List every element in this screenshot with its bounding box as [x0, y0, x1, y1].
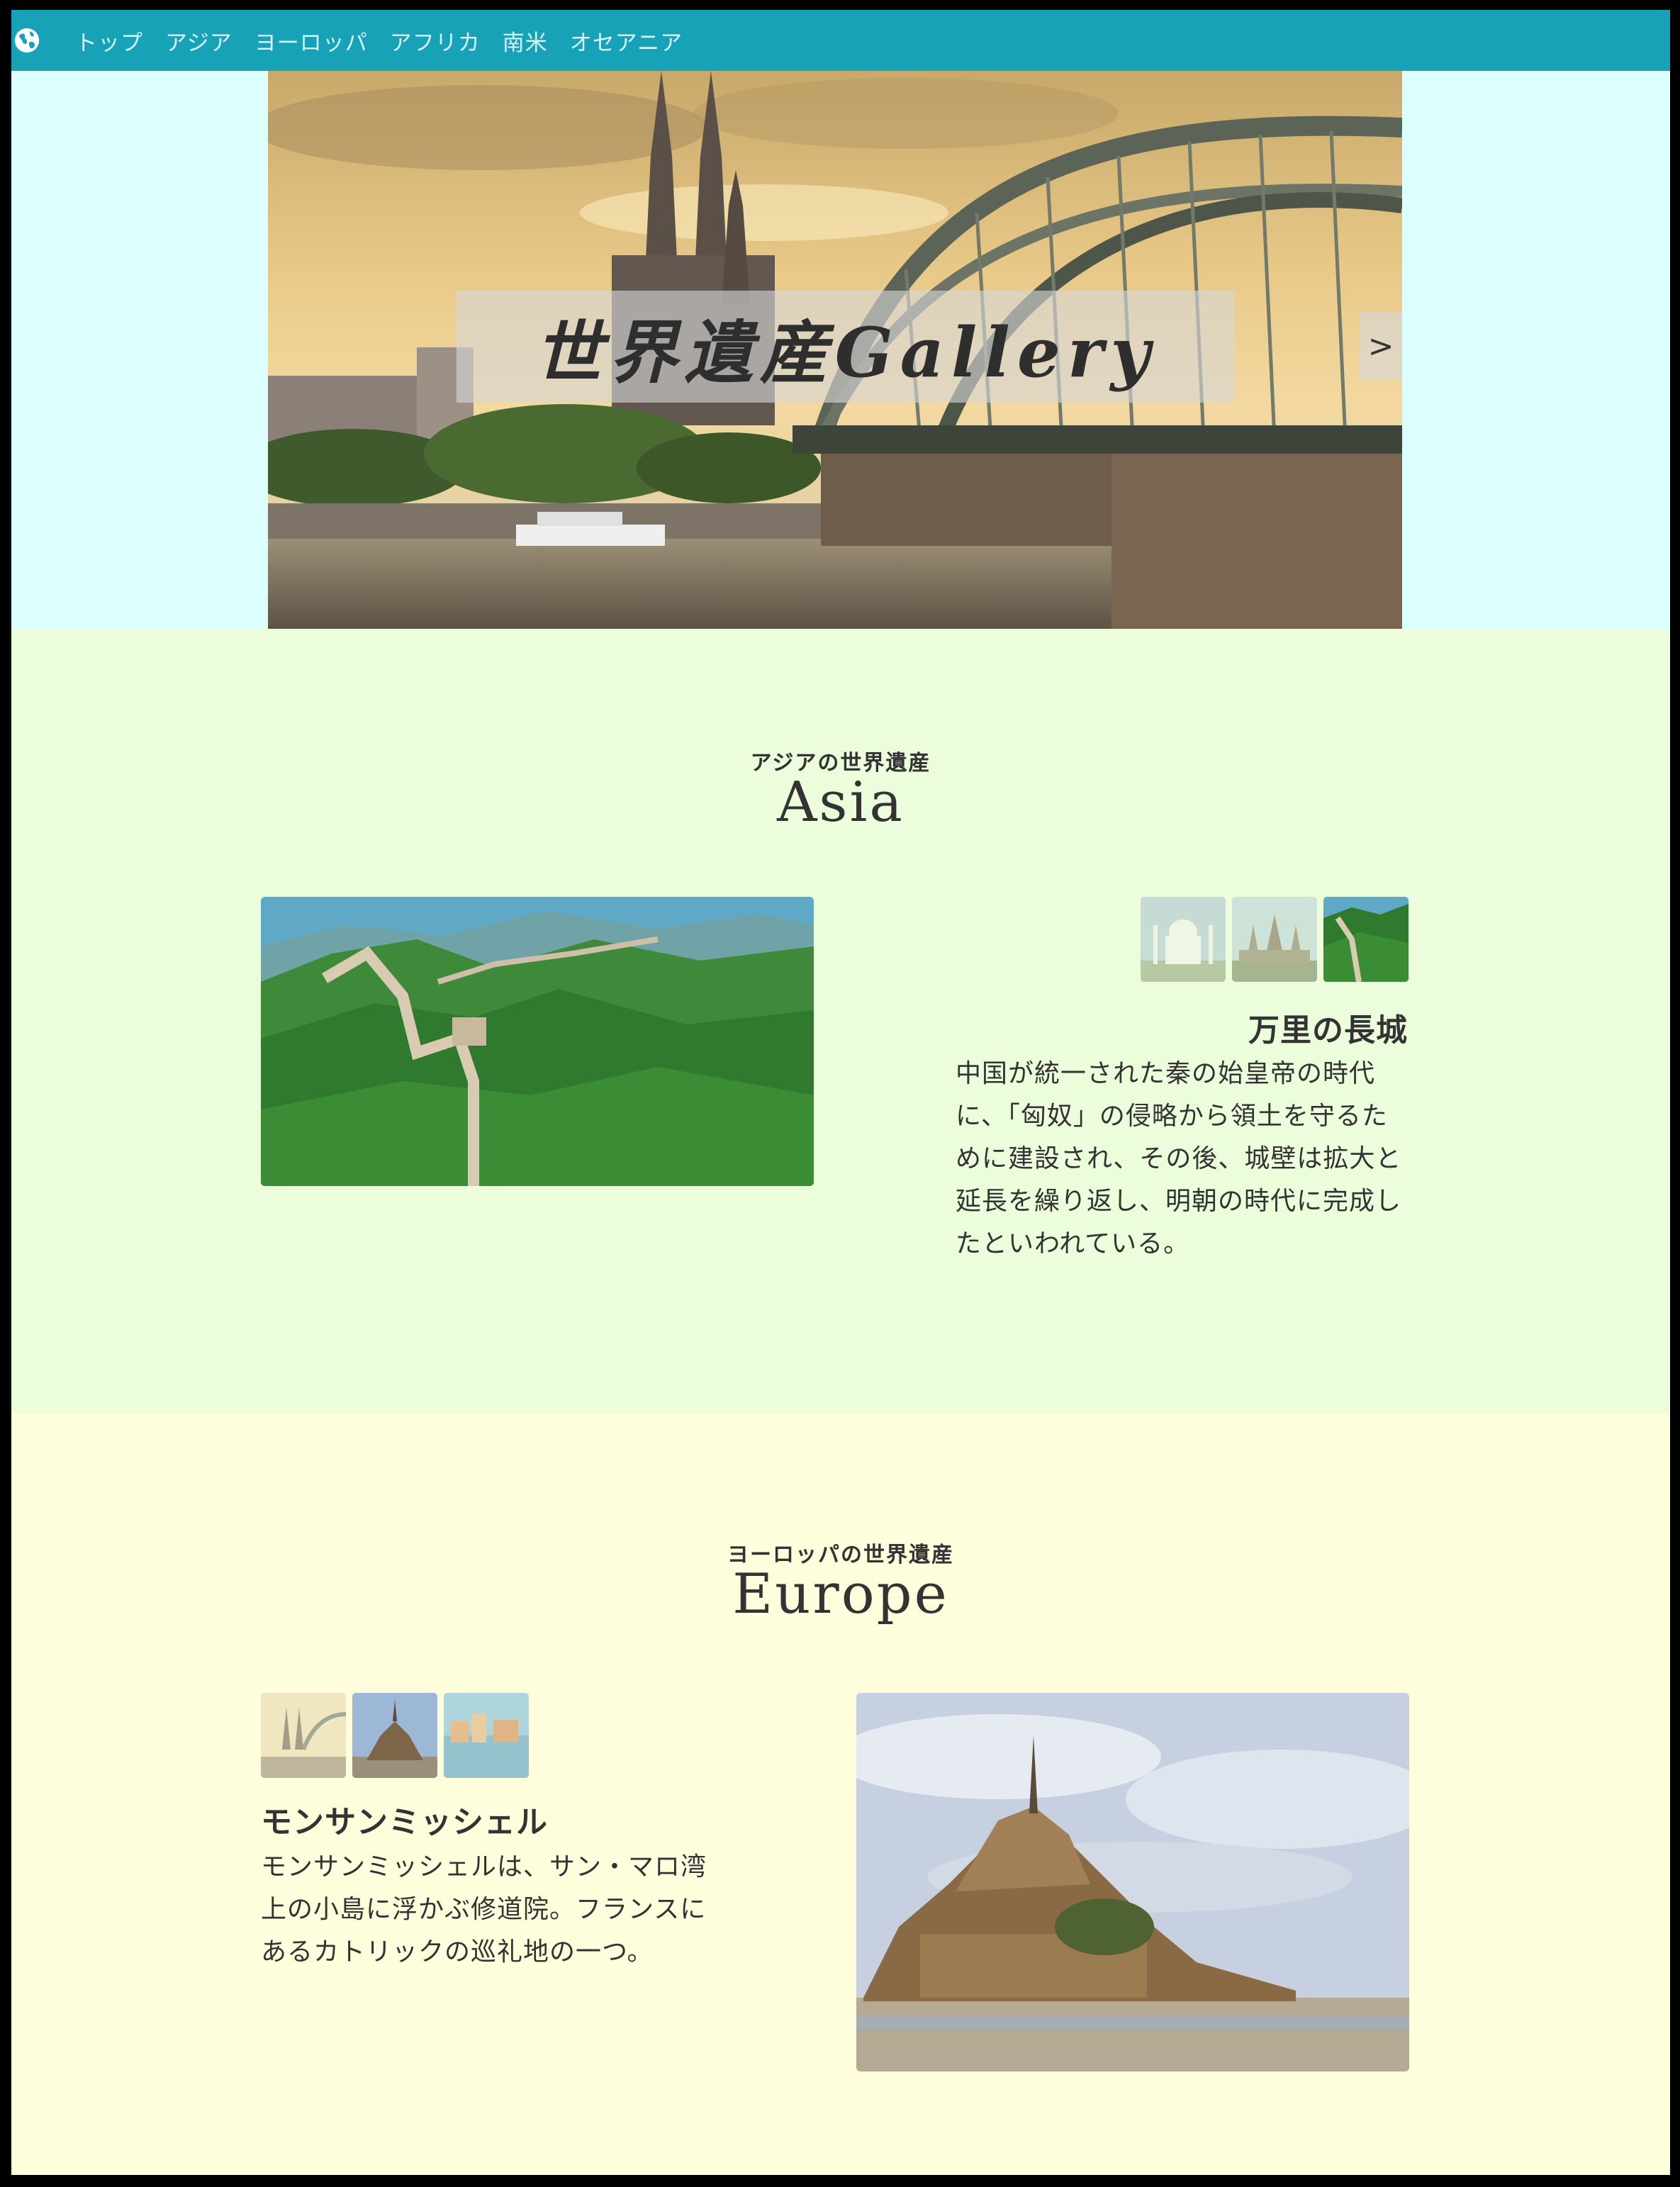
- asia-place-title: 万里の長城: [1248, 1012, 1408, 1048]
- europe-section: ヨーロッパの世界遺産 Europe モンサンミッシェル モンサンミッシェルは、サ…: [11, 1414, 1670, 2175]
- nav-item-oceania[interactable]: オセアニア: [570, 25, 683, 57]
- nav-item-africa[interactable]: アフリカ: [390, 25, 481, 57]
- navbar: トップ アジア ヨーロッパ アフリカ 南米 オセアニア: [11, 10, 1670, 71]
- mont-saint-michel-photo: [856, 1693, 1409, 2071]
- asia-section: アジアの世界遺産 Asia 万里の長城 中国が統一された秦の始皇帝の時代に、「匈…: [11, 629, 1670, 1414]
- hero-title: 世界遺産Gallery: [534, 312, 1158, 393]
- hero-carousel: 世界遺産Gallery >: [268, 71, 1402, 629]
- globe-icon[interactable]: [13, 26, 41, 55]
- carousel-next-button[interactable]: >: [1360, 312, 1402, 380]
- thumb-angkor-wat[interactable]: [1232, 897, 1317, 982]
- europe-heading: Europe: [732, 1562, 949, 1626]
- thumb-cologne-cathedral[interactable]: [261, 1693, 346, 1778]
- thumb-mont-saint-michel[interactable]: [352, 1693, 437, 1778]
- europe-place-description: モンサンミッシェルは、サン・マロ湾上の小島に浮かぶ修道院。フランスにあるカトリッ…: [261, 1852, 707, 1967]
- hero-title-box: 世界遺産Gallery: [457, 291, 1235, 403]
- nav-item-asia[interactable]: アジア: [165, 25, 233, 57]
- nav-item-europe[interactable]: ヨーロッパ: [254, 25, 368, 57]
- page: トップ アジア ヨーロッパ アフリカ 南米 オセアニア 世界遺産Gallery …: [11, 10, 1670, 2175]
- thumb-great-wall[interactable]: [1323, 897, 1409, 982]
- asia-place-description: 中国が統一された秦の始皇帝の時代に、「匈奴」の侵略から領土を守るために建設され、…: [956, 1059, 1402, 1258]
- asia-heading: Asia: [777, 771, 905, 834]
- thumb-venice[interactable]: [444, 1693, 529, 1778]
- europe-place-title: モンサンミッシェル: [261, 1804, 548, 1840]
- nav-item-top[interactable]: トップ: [75, 25, 143, 57]
- nav-item-south-america[interactable]: 南米: [503, 25, 548, 57]
- great-wall-photo: [261, 897, 814, 1186]
- thumb-taj-mahal[interactable]: [1141, 897, 1226, 982]
